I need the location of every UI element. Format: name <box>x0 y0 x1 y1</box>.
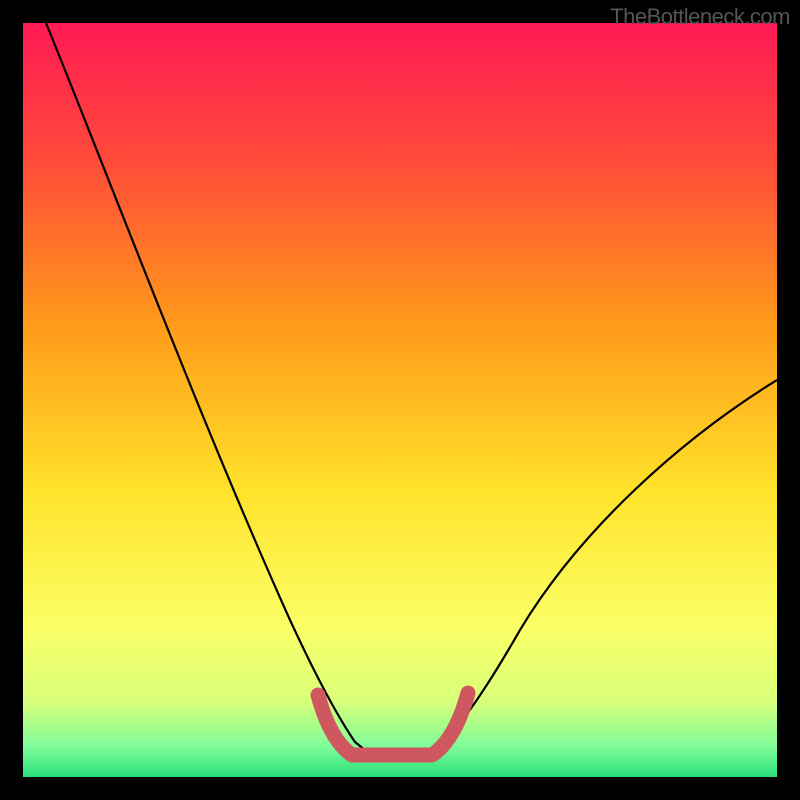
bottleneck-chart <box>0 0 800 800</box>
watermark-text: TheBottleneck.com <box>610 4 790 30</box>
plot-background <box>23 23 777 777</box>
